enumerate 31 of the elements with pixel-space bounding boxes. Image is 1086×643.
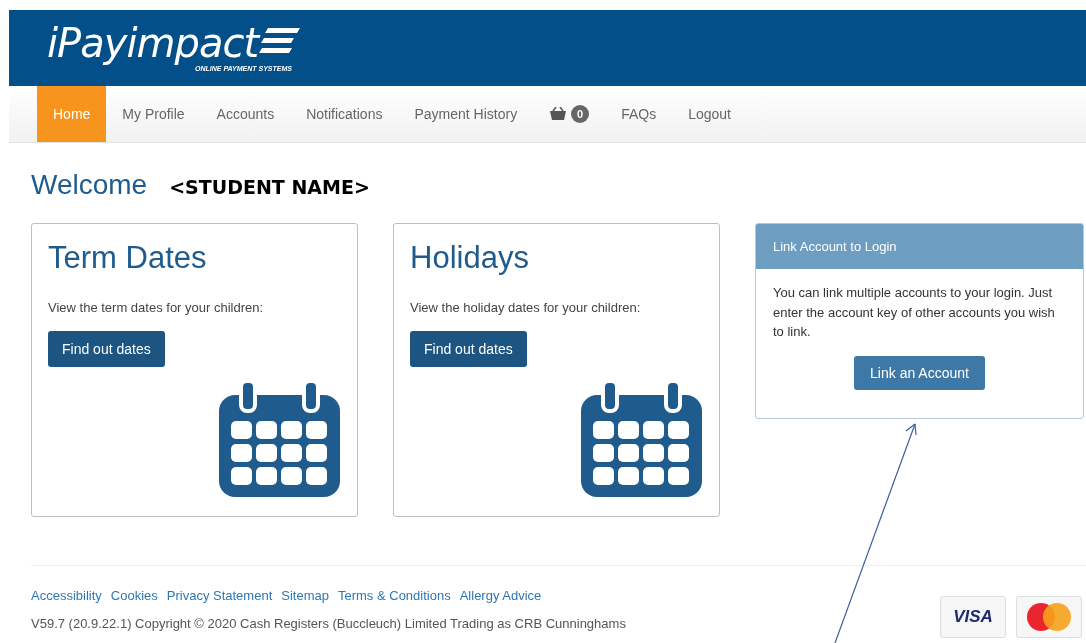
card-title: Term Dates <box>48 240 208 276</box>
calendar-icon <box>219 381 340 497</box>
link-account-button[interactable]: Link an Account <box>854 355 985 390</box>
find-dates-button[interactable]: Find out dates <box>48 331 165 367</box>
card-text: View the holiday dates for your children: <box>410 300 642 315</box>
footer-link[interactable]: Allergy Advice <box>459 588 542 603</box>
nav-link[interactable]: Notifications <box>290 86 399 142</box>
find-dates-button[interactable]: Find out dates <box>410 331 527 367</box>
basket-icon <box>549 107 568 121</box>
nav-link[interactable]: My Profile <box>106 86 201 142</box>
card-logo: VISA <box>940 596 1006 638</box>
panel-heading: Link Account to Login <box>756 224 1083 269</box>
footer-link[interactable]: Privacy Statement <box>166 588 273 603</box>
panel-text: You can link multiple accounts to your login. Just enter the account key of other accounts you wish to link. <box>773 284 1056 341</box>
footer-link[interactable]: Cookies <box>110 588 158 603</box>
card-title: Holidays <box>410 240 530 276</box>
nav-link[interactable]: Payment History <box>398 86 534 142</box>
footer-link[interactable]: Sitemap <box>281 588 329 603</box>
copyright-text: V59.7 (20.9.22.1) Copyright © 2020 Cash Registers (Buccleuch) Limited Trading as CRB Cunninghams <box>31 616 626 631</box>
overlapping-circles-icon <box>1024 602 1074 632</box>
footer-link[interactable]: Terms & Conditions <box>337 588 451 603</box>
calendar-icon <box>581 381 702 497</box>
basket-count: 0 <box>571 105 590 123</box>
nav-link[interactable]: Accounts <box>200 86 291 142</box>
footer-link[interactable]: Accessibility <box>31 588 102 603</box>
basket-link[interactable]: 0 <box>533 86 606 142</box>
welcome-title: Welcome <box>31 169 148 201</box>
nav-link[interactable]: Logout <box>672 86 747 142</box>
nav-link[interactable]: FAQs <box>605 86 673 142</box>
student-name: <STUDENT NAME> <box>169 176 370 198</box>
card-text: View the term dates for your children: <box>48 300 265 315</box>
